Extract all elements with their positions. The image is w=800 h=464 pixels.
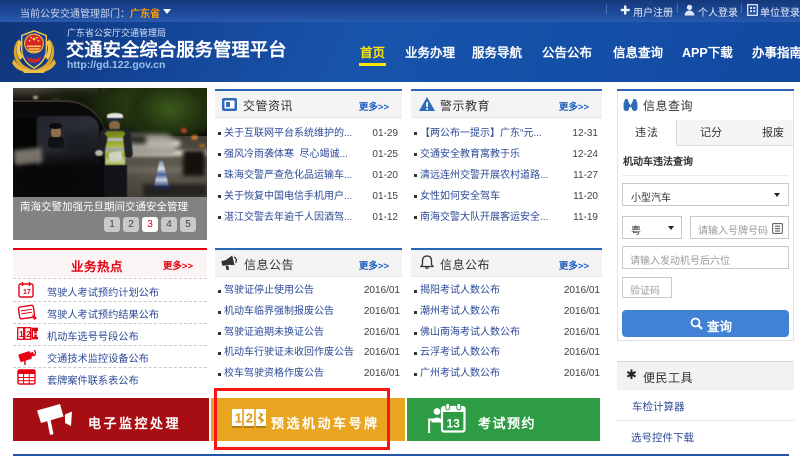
- svg-text:2: 2: [26, 329, 31, 339]
- svg-text:13: 13: [447, 417, 461, 431]
- svg-text:17: 17: [23, 289, 31, 296]
- svg-text:1: 1: [19, 329, 24, 339]
- svg-text:H: H: [33, 329, 39, 339]
